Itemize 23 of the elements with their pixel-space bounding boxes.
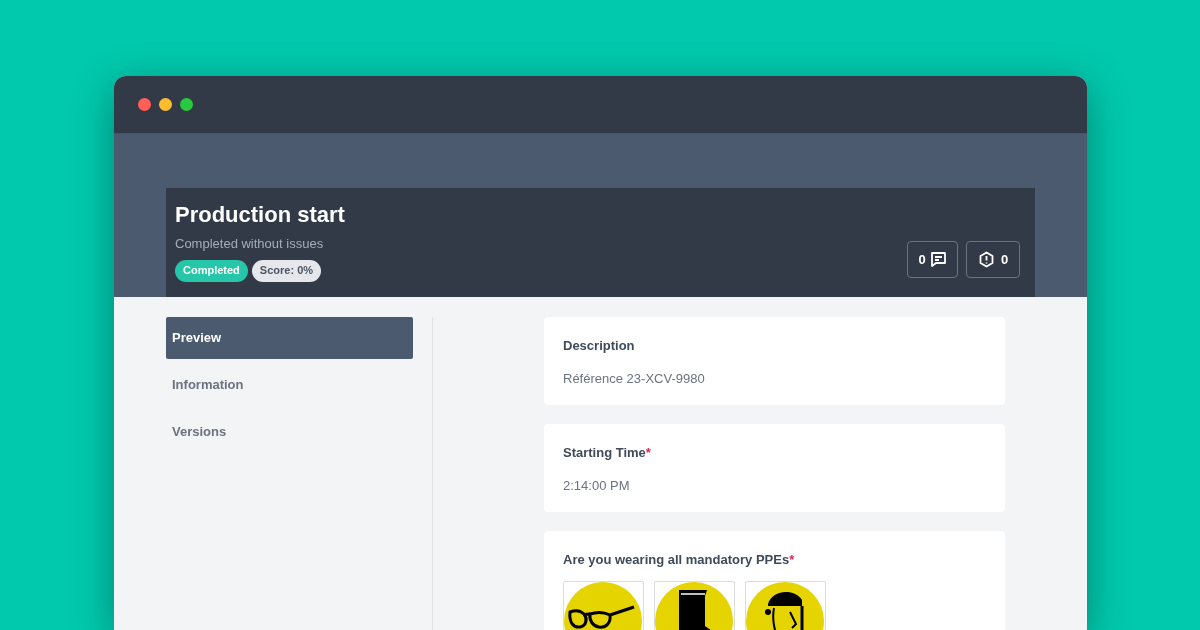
warning-icon [977, 251, 995, 268]
required-asterisk: * [789, 552, 795, 567]
issues-button[interactable]: 0 [966, 241, 1020, 278]
status-badge: Completed [175, 259, 248, 282]
score-badge: Score: 0% [251, 259, 322, 282]
page-subtitle: Completed without issues [175, 235, 325, 253]
sidebar-item[interactable]: Preview [166, 317, 413, 359]
field-label: Starting Time* [563, 444, 652, 462]
page-title: Production start [175, 202, 345, 228]
field-value: 2:14:00 PM [563, 476, 631, 495]
sidebar-item[interactable]: Versions [166, 411, 413, 453]
required-asterisk: * [645, 445, 651, 460]
comment-icon [929, 251, 947, 268]
face-shield-icon [746, 581, 824, 630]
comments-button[interactable]: 0 [907, 241, 958, 278]
minimize-window-button[interactable] [159, 98, 172, 111]
safety-glasses-icon [564, 581, 642, 630]
sidebar-item[interactable]: Information [166, 364, 413, 406]
field-value: Référence 23-XCV-9980 [563, 369, 706, 388]
close-window-button[interactable] [138, 98, 151, 111]
field-label: Description [563, 337, 636, 355]
field-label: Are you wearing all mandatory PPEs* [563, 551, 796, 569]
maximize-window-button[interactable] [180, 98, 193, 111]
